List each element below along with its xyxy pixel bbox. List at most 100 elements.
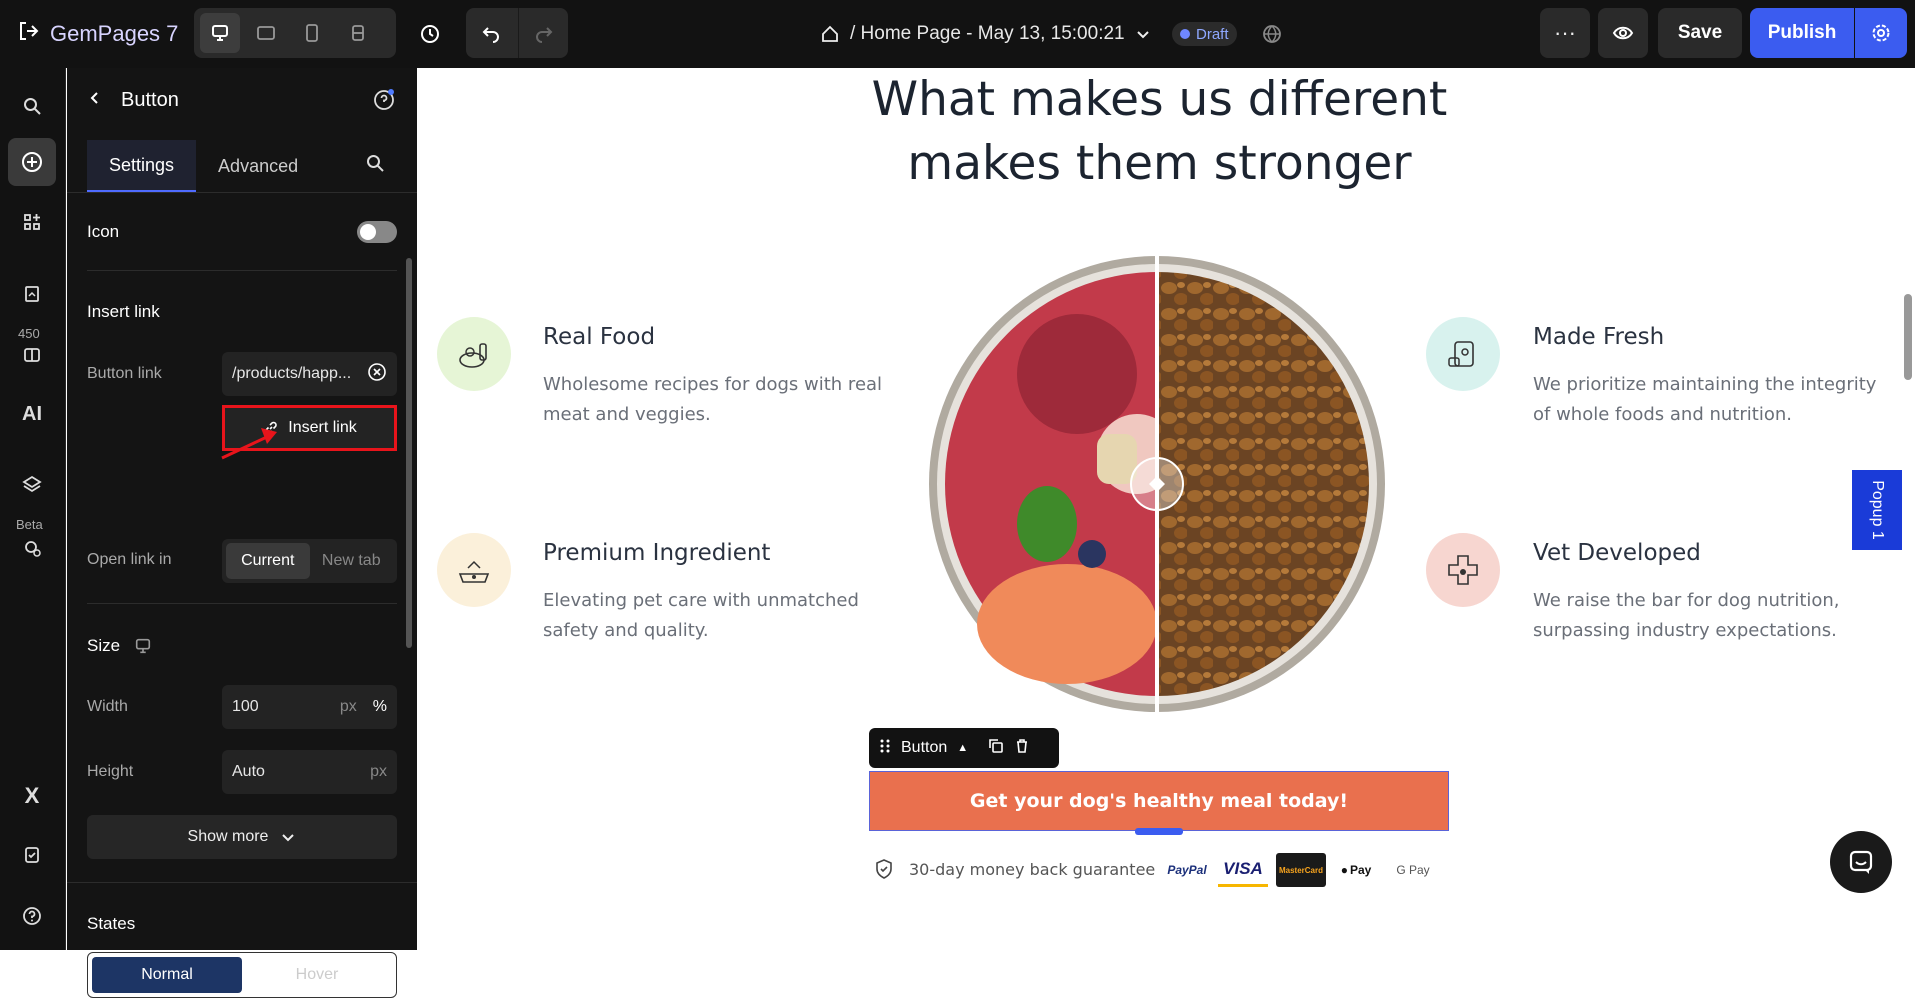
element-type-label[interactable]: Button bbox=[901, 739, 947, 757]
location-settings-icon bbox=[25, 541, 41, 557]
feature-desc-line: safety and quality. bbox=[543, 620, 709, 641]
duplicate-icon[interactable] bbox=[988, 738, 1004, 759]
tablet-landscape-button[interactable] bbox=[246, 13, 286, 53]
library-icon bbox=[24, 348, 40, 362]
show-more-label: Show more bbox=[187, 828, 269, 845]
show-more-button[interactable]: Show more bbox=[87, 815, 397, 859]
clock-icon bbox=[421, 25, 439, 43]
feature-desc-line: We raise the bar for dog nutrition, bbox=[1533, 590, 1840, 611]
tasks-rail-button[interactable] bbox=[8, 830, 56, 878]
height-field[interactable]: Auto px bbox=[222, 750, 397, 794]
feature-title[interactable]: Vet Developed bbox=[1533, 540, 1701, 566]
element-help-button[interactable] bbox=[372, 88, 396, 112]
cta-button[interactable]: Get your dog's healthy meal today! bbox=[869, 771, 1449, 831]
apps-rail-button[interactable] bbox=[8, 198, 56, 246]
pages-rail-button[interactable] bbox=[8, 270, 56, 318]
beta-feature-rail-button[interactable] bbox=[8, 524, 56, 572]
settings-search-button[interactable] bbox=[365, 153, 391, 179]
help-rail-button[interactable] bbox=[8, 892, 56, 940]
width-unit-px[interactable]: px bbox=[340, 698, 357, 716]
insert-link-label: Insert link bbox=[288, 419, 357, 436]
redo-button[interactable] bbox=[518, 8, 568, 58]
resize-handle[interactable] bbox=[1135, 828, 1183, 835]
button-link-value: /products/happ... bbox=[232, 365, 352, 382]
feature-description[interactable]: Elevating pet care with unmatched safety… bbox=[543, 586, 859, 646]
chevron-down-icon bbox=[282, 834, 295, 842]
open-link-label: Open link in bbox=[87, 551, 172, 568]
button-link-field[interactable]: /products/happ... bbox=[222, 352, 397, 396]
caret-up-icon[interactable]: ▲ bbox=[957, 742, 968, 754]
width-unit-percent[interactable]: % bbox=[373, 698, 387, 716]
apple-pay-label: Pay bbox=[1349, 863, 1372, 877]
open-link-current[interactable]: Current bbox=[226, 543, 310, 579]
search-icon bbox=[367, 155, 384, 172]
panel-scrollbar[interactable] bbox=[406, 258, 412, 648]
page-icon bbox=[25, 286, 39, 302]
feature-description[interactable]: Wholesome recipes for dogs with real mea… bbox=[543, 370, 882, 430]
paypal-logo: PayPal bbox=[1167, 863, 1207, 877]
state-normal[interactable]: Normal bbox=[92, 957, 242, 993]
feature-title[interactable]: Premium Ingredient bbox=[543, 540, 770, 566]
library-rail-button[interactable] bbox=[8, 330, 56, 378]
publish-settings-button[interactable] bbox=[1855, 8, 1907, 58]
popup-tab[interactable]: Popup 1 bbox=[1852, 470, 1902, 550]
x-rail-button[interactable]: X bbox=[8, 772, 56, 820]
feature-desc-line: We prioritize maintaining the integrity bbox=[1533, 374, 1877, 395]
shield-check-icon bbox=[876, 859, 892, 879]
undo-button[interactable] bbox=[466, 8, 516, 58]
clear-link-icon[interactable] bbox=[367, 362, 387, 387]
history-button[interactable] bbox=[410, 14, 450, 54]
feature-description[interactable]: We raise the bar for dog nutrition, surp… bbox=[1533, 586, 1840, 646]
width-value: 100 bbox=[232, 698, 259, 715]
draft-badge: Draft bbox=[1172, 22, 1237, 46]
publish-button[interactable]: Publish bbox=[1750, 8, 1854, 58]
icon-label: Icon bbox=[87, 222, 120, 241]
search-icon bbox=[24, 98, 41, 115]
page-selector[interactable]: / Home Page - May 13, 15:00:21 bbox=[820, 18, 1151, 50]
feature-title[interactable]: Real Food bbox=[543, 324, 655, 350]
save-button[interactable]: Save bbox=[1658, 8, 1742, 58]
search-rail-button[interactable] bbox=[8, 82, 56, 130]
divider bbox=[87, 603, 397, 604]
trash-icon[interactable] bbox=[1014, 738, 1030, 759]
feature-title[interactable]: Made Fresh bbox=[1533, 324, 1664, 350]
mobile-view-button[interactable] bbox=[292, 13, 332, 53]
height-label: Height bbox=[87, 763, 134, 780]
desktop-view-button[interactable] bbox=[200, 13, 240, 53]
more-options-button[interactable]: ··· bbox=[1540, 8, 1590, 58]
redo-icon bbox=[535, 27, 552, 43]
canvas-scrollbar[interactable] bbox=[1904, 294, 1912, 380]
layers-rail-button[interactable] bbox=[8, 460, 56, 508]
divider bbox=[67, 882, 417, 883]
drag-handle-icon[interactable] bbox=[879, 738, 891, 759]
language-button[interactable] bbox=[1256, 18, 1288, 50]
feature-desc-line: meat and veggies. bbox=[543, 404, 711, 425]
back-arrow-icon[interactable] bbox=[87, 89, 103, 112]
icon-toggle[interactable] bbox=[357, 221, 397, 243]
insert-link-heading: Insert link bbox=[87, 302, 160, 321]
feature-desc-line: Wholesome recipes for dogs with real bbox=[543, 374, 883, 395]
feature-description[interactable]: We prioritize maintaining the integrity … bbox=[1533, 370, 1876, 430]
pet-food-bag-icon bbox=[1426, 317, 1500, 391]
brand-logo[interactable]: GemPages 7 bbox=[18, 18, 178, 50]
headline-line-2: makes them stronger bbox=[907, 136, 1412, 191]
tab-settings[interactable]: Settings bbox=[87, 140, 197, 192]
fresh-vs-kibble-comparison-image[interactable] bbox=[927, 254, 1387, 714]
add-element-rail-button[interactable] bbox=[8, 138, 56, 186]
tab-advanced[interactable]: Advanced bbox=[196, 140, 320, 192]
ai-rail-button[interactable]: AI bbox=[8, 390, 56, 438]
height-unit[interactable]: px bbox=[370, 763, 387, 781]
help-circle-icon bbox=[374, 89, 394, 110]
width-field[interactable]: 100 px % bbox=[222, 685, 397, 729]
state-hover[interactable]: Hover bbox=[242, 957, 392, 993]
chat-launcher[interactable] bbox=[1830, 831, 1892, 893]
apple-pay-logo: ● Pay bbox=[1335, 853, 1377, 887]
preview-button[interactable] bbox=[1598, 8, 1648, 58]
plus-circle-icon bbox=[22, 152, 42, 172]
section-headline[interactable]: What makes us different makes them stron… bbox=[417, 68, 1902, 196]
open-link-new-tab[interactable]: New tab bbox=[310, 543, 394, 579]
undo-icon bbox=[482, 27, 499, 43]
real-food-icon bbox=[437, 317, 511, 391]
page-title: / Home Page - May 13, 15:00:21 bbox=[850, 23, 1125, 44]
custom-view-button[interactable] bbox=[338, 13, 378, 53]
